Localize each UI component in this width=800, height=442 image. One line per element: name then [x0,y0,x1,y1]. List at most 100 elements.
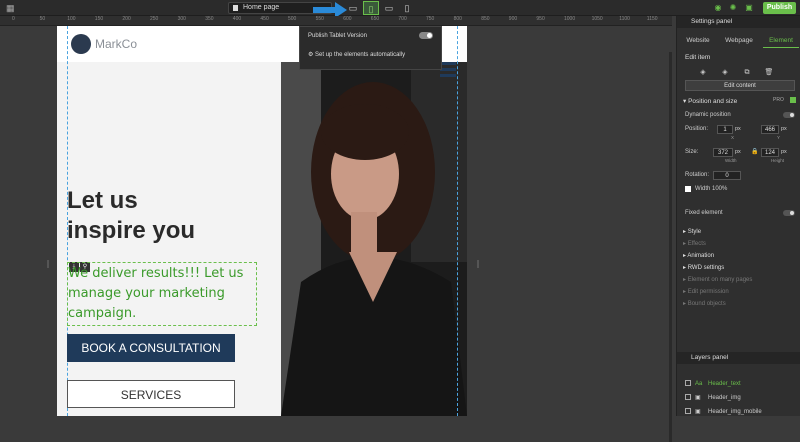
edit-item-title: Edit item [685,54,711,61]
width100-checkbox[interactable] [685,186,691,192]
image-icon: ▣ [695,395,701,401]
top-toolbar: ▦ Home page ▭ ▯ ▭ ▯ ◉ ✺ ▣ Publish [0,0,800,18]
ruler-tick: 50 [39,16,46,22]
tablet-version-popover: Publish Tablet Version ⚙ Set up the elem… [299,26,442,70]
hero-subtext[interactable]: We deliver results!!! Let us manage your… [68,264,254,324]
layer-label: Header_img [708,395,741,401]
tablet-view-button[interactable]: ▯ [363,1,379,15]
settings-panel-title: Settings panel [677,16,800,28]
ruler-tick: 100 [67,16,76,22]
resize-handle-right[interactable] [477,260,479,268]
save-icon[interactable]: ▣ [744,3,754,13]
ruler-tick: 150 [94,16,104,22]
edit-content-button[interactable]: Edit content [685,80,795,91]
section-effects-label: Effects [687,241,706,247]
landscape-view-button[interactable]: ▭ [381,1,397,15]
width-input[interactable]: 372 [713,148,733,157]
section-style[interactable]: ▸ Style [683,228,701,235]
ruler-tick: 1000 [564,16,576,22]
layer-label: Header_img_mobile [708,409,762,415]
setup-auto-label: Set up the elements automatically [315,52,406,58]
section-rwd[interactable]: ▸ RWD settings [683,264,724,271]
delete-icon[interactable]: 🗑 [763,68,775,76]
ruler-tick: 550 [315,16,324,22]
canvas-scrollbar[interactable] [669,52,672,442]
position-size-label: Position and size [688,98,738,105]
publish-button[interactable]: Publish [763,2,796,14]
layer-down-icon[interactable]: ◈ [719,68,731,76]
ruler-tick: 200 [122,16,131,22]
position-x-input[interactable]: 1 [717,125,733,134]
layers-panel-title: Layers panel [677,352,800,364]
duplicate-icon[interactable]: ⧉ [741,69,753,77]
layer-checkbox[interactable] [685,380,691,387]
position-size-title[interactable]: ▾ Position and size [683,97,737,105]
grid-icon[interactable]: ▦ [6,3,16,13]
preview-eye-icon[interactable]: ◉ [713,3,723,13]
publish-tablet-label: Publish Tablet Version [308,33,367,39]
rotation-input[interactable]: 0 [713,171,741,180]
fixed-element-label: Fixed element [685,210,723,216]
position-y-unit[interactable]: px [781,126,787,132]
position-x-unit[interactable]: px [735,126,741,132]
position-label: Position: [685,126,709,132]
ruler-tick: 900 [508,16,518,22]
ruler-tick: 800 [453,16,462,22]
position-x-label: X [731,135,735,140]
page-icon [233,5,238,11]
height-label: Height [771,158,785,163]
pro-toggle[interactable] [790,97,796,103]
ruler-tick: 350 [205,16,214,22]
layer-up-icon[interactable]: ◈ [697,68,709,76]
fixed-element-toggle[interactable] [783,210,795,216]
lock-icon[interactable]: 🔒 [751,148,758,155]
headline-line-2: inspire you [67,217,196,244]
settings-tabs: Website Webpage Element [677,34,800,48]
width-unit[interactable]: px [735,149,741,155]
section-style-label: Style [687,229,702,235]
position-y-label: Y [777,135,781,140]
position-y-input[interactable]: 466 [761,125,779,134]
section-bound-objects[interactable]: ▸ Bound objects [683,300,726,307]
layer-header-img[interactable]: ▣ Header_img [685,393,741,403]
width-label: Width [725,158,737,163]
settings-gear-icon[interactable]: ✺ [728,3,738,13]
height-input[interactable]: 124 [761,148,779,157]
ruler-tick: 950 [536,16,545,22]
width100-label: Width 100% [695,186,728,192]
layer-header-text[interactable]: Aa Header_text [685,379,741,389]
horizontal-ruler: 0 50 100 150 200 250 300 350 400 450 500 550 600 650 7… [0,16,672,26]
services-button[interactable]: SERVICES [67,380,235,408]
section-edit-permission[interactable]: ▸ Edit permission [683,288,729,295]
setup-auto-option[interactable]: ⚙ Set up the elements automatically [308,51,405,58]
height-unit[interactable]: px [781,149,787,155]
section-many-pages[interactable]: ▸ Element on many pages [683,276,752,283]
desktop-view-button[interactable]: ▭ [345,1,361,15]
hamburger-menu-icon[interactable] [440,62,456,80]
headline-line-1: Let us [67,187,138,214]
ruler-tick: 300 [177,16,186,22]
hero-photo[interactable] [281,62,467,416]
ruler-tick: 650 [370,16,380,22]
layer-checkbox[interactable] [685,408,691,415]
hero-headline[interactable]: Let us inspire you [67,186,267,246]
logo-icon[interactable] [71,34,91,54]
ruler-tick: 0 [12,16,15,22]
resize-handle-left[interactable] [47,260,49,268]
section-animation[interactable]: ▸ Animation [683,252,714,259]
tab-element[interactable]: Element [763,34,799,48]
layer-checkbox[interactable] [685,394,691,401]
dynamic-position-toggle[interactable] [783,112,795,118]
section-effects[interactable]: ▸ Effects [683,240,706,247]
section-many-pages-label: Element on many pages [687,277,753,283]
layer-label: Header_text [708,381,741,387]
logo-text[interactable]: MarkCo [95,37,137,51]
section-rwd-label: RWD settings [687,265,725,271]
ruler-tick: 700 [398,16,407,22]
book-consultation-button[interactable]: BOOK A CONSULTATION [67,334,235,362]
tab-website[interactable]: Website [679,34,717,48]
tab-webpage[interactable]: Webpage [719,34,759,48]
section-bound-objects-label: Bound objects [687,301,726,307]
publish-tablet-toggle[interactable] [419,32,433,39]
mobile-view-button[interactable]: ▯ [399,1,415,15]
